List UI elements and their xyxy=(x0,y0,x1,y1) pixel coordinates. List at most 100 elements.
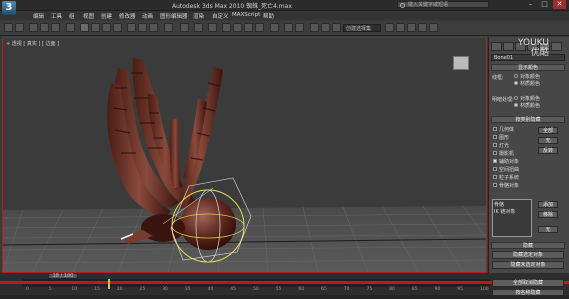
select-scale-icon[interactable] xyxy=(149,23,158,32)
select-rotate-icon[interactable] xyxy=(138,23,147,32)
wireframe-material-color-radio[interactable] xyxy=(514,81,518,85)
hide-none-button[interactable]: 无 xyxy=(538,137,558,144)
selection-filter-icon[interactable] xyxy=(66,23,75,32)
rect-selection-icon[interactable] xyxy=(102,23,111,32)
maximize-button[interactable]: □ xyxy=(538,0,551,9)
category-helpers-checkbox[interactable] xyxy=(493,159,497,163)
modify-tab-icon[interactable] xyxy=(503,42,514,51)
curve-editor-icon[interactable] xyxy=(332,23,341,32)
category-cameras-checkbox[interactable] xyxy=(493,151,497,155)
search-placeholder: 键入关键字或短语 xyxy=(408,2,449,8)
search-input[interactable]: 键入关键字或短语 xyxy=(397,1,489,8)
keyboard-shortcut-icon[interactable] xyxy=(208,23,217,32)
rollout-hide[interactable]: 隐藏 xyxy=(491,242,565,249)
frame-tick-label: 0 xyxy=(26,287,29,292)
select-manipulate-icon[interactable] xyxy=(194,23,203,32)
animate-mode-bar xyxy=(0,281,569,284)
graphite-toolbox-icon[interactable] xyxy=(321,23,330,32)
window-crossing-icon[interactable] xyxy=(113,23,122,32)
category-cameras-label: 摄影机 xyxy=(499,151,515,157)
frame-tick-label: 45 xyxy=(230,287,237,292)
select-object-icon[interactable] xyxy=(80,23,89,32)
list-item[interactable]: IK 链对象 xyxy=(494,208,530,215)
frame-tick-label: 40 xyxy=(207,287,214,292)
hide-invert-button[interactable]: 反转 xyxy=(538,147,558,154)
time-slider[interactable]: 18 / 100 xyxy=(48,273,78,279)
list-item[interactable]: 骨骼 xyxy=(494,201,530,208)
hide-all-button[interactable]: 全部 xyxy=(538,127,558,134)
schematic-view-icon[interactable] xyxy=(385,23,394,32)
shaded-material-color-radio[interactable] xyxy=(514,103,518,107)
undo-icon[interactable] xyxy=(4,23,13,32)
menu-group[interactable]: 组 xyxy=(69,12,75,20)
wireframe-object-color-label: 对象颜色 xyxy=(520,74,541,80)
menu-maxscript[interactable]: MAXScript xyxy=(232,12,260,18)
category-bones-checkbox[interactable] xyxy=(493,183,497,187)
edit-named-selection-icon[interactable] xyxy=(270,23,279,32)
select-move-icon[interactable] xyxy=(127,23,136,32)
add-button[interactable]: 添加 xyxy=(538,201,558,208)
select-by-name-icon[interactable] xyxy=(91,23,100,32)
menu-create[interactable]: 创建 xyxy=(101,12,112,20)
rendered-frame-icon[interactable] xyxy=(418,23,427,32)
menu-edit[interactable]: 编辑 xyxy=(33,12,44,20)
utilities-tab-icon[interactable] xyxy=(551,42,562,51)
pivot-center-icon[interactable] xyxy=(180,23,189,32)
menu-rendering[interactable]: 渲染 xyxy=(193,12,204,20)
category-spacewarps-label: 空间扭曲 xyxy=(499,167,520,173)
unlink-icon[interactable] xyxy=(40,23,49,32)
menu-animation[interactable]: 动画 xyxy=(142,12,153,20)
app-logo[interactable]: 3 xyxy=(2,1,16,15)
link-icon[interactable] xyxy=(29,23,38,32)
menu-customize[interactable]: 自定义 xyxy=(212,12,229,20)
hide-unselected-button[interactable]: 隐藏未选定对象 xyxy=(492,261,564,269)
watermark-brand: YOUKU xyxy=(518,38,549,48)
category-particles-checkbox[interactable] xyxy=(493,175,497,179)
render-production-icon[interactable] xyxy=(429,23,438,32)
viewcube[interactable] xyxy=(453,56,469,70)
align-icon[interactable] xyxy=(295,23,304,32)
menu-graph-editors[interactable]: 图形编辑器 xyxy=(160,12,188,20)
named-selection-dropdown[interactable]: 创建选择集 xyxy=(343,24,381,32)
shaded-label: 明暗处理: xyxy=(492,97,514,103)
create-tab-icon[interactable] xyxy=(491,42,502,51)
frame-tick-label: 50 xyxy=(253,287,259,292)
angle-snap-icon[interactable] xyxy=(233,23,242,32)
category-spacewarps-checkbox[interactable] xyxy=(493,167,497,171)
category-shapes-label: 图形 xyxy=(499,135,510,141)
close-button[interactable]: ✕ xyxy=(553,0,566,9)
mirror-icon[interactable] xyxy=(284,23,293,32)
percent-snap-icon[interactable] xyxy=(244,23,253,32)
hide-category-list[interactable]: 骨骼 IK 链对象 xyxy=(492,199,532,237)
unhide-all-button[interactable]: 全部取消隐藏 xyxy=(492,279,564,287)
menu-help[interactable]: 帮助 xyxy=(263,12,274,20)
perspective-viewport[interactable] xyxy=(2,37,487,273)
shaded-object-color-radio[interactable] xyxy=(514,96,518,100)
reference-coord-icon[interactable] xyxy=(164,23,173,32)
category-shapes-checkbox[interactable] xyxy=(493,135,497,139)
render-setup-icon[interactable] xyxy=(407,23,416,32)
snaps-toggle-icon[interactable] xyxy=(222,23,231,32)
menu-views[interactable]: 视图 xyxy=(83,12,94,20)
remove-button[interactable]: 移除 xyxy=(538,211,558,218)
redo-icon[interactable] xyxy=(15,23,24,32)
spinner-snap-icon[interactable] xyxy=(255,23,264,32)
search-icon xyxy=(400,3,405,8)
rollout-hide-by-category[interactable]: 按类别隐藏 xyxy=(491,116,565,123)
frame-tick-label: 75 xyxy=(366,287,373,292)
minimize-button[interactable]: – xyxy=(524,0,537,9)
rollout-display-color[interactable]: 显示颜色 xyxy=(491,64,565,71)
hide-selected-button[interactable]: 隐藏选定对象 xyxy=(492,251,564,259)
frame-tick-label: 10 xyxy=(71,287,78,292)
menu-modifiers[interactable]: 修改器 xyxy=(119,12,136,20)
wireframe-object-color-radio[interactable] xyxy=(514,74,518,78)
menu-tools[interactable]: 工具 xyxy=(51,12,62,20)
category-geometry-label: 几何体 xyxy=(499,127,515,133)
none-button[interactable]: 无 xyxy=(538,226,558,233)
bind-spacewarp-icon[interactable] xyxy=(51,23,60,32)
layer-manager-icon[interactable] xyxy=(310,23,319,32)
viewport-label[interactable]: + 透视 [ 真实 ] [ 边面 ] xyxy=(6,40,59,47)
category-geometry-checkbox[interactable] xyxy=(493,127,497,131)
material-editor-icon[interactable] xyxy=(396,23,405,32)
category-lights-checkbox[interactable] xyxy=(493,143,497,147)
